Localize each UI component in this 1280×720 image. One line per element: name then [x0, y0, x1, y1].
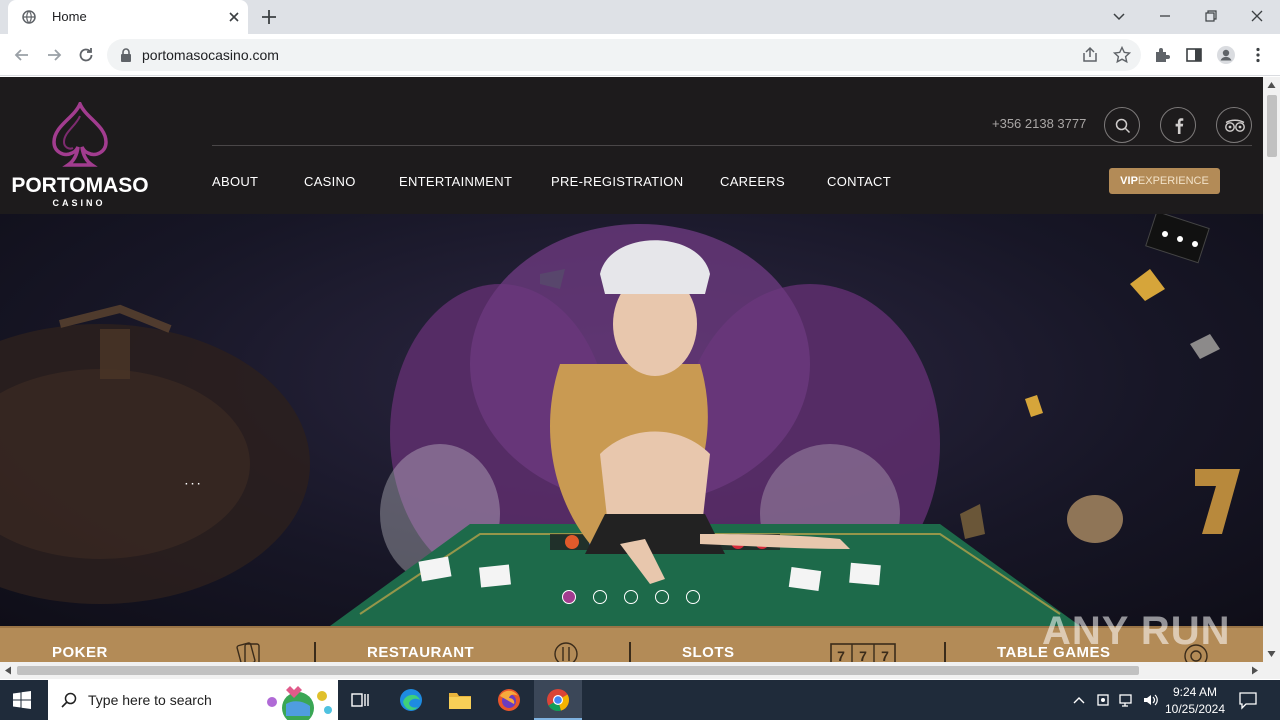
- task-view-icon[interactable]: [347, 687, 373, 713]
- chrome-icon: [547, 689, 569, 712]
- tripadvisor-owl-icon: [1225, 119, 1245, 132]
- svg-text:7: 7: [859, 648, 867, 662]
- vip-experience-button[interactable]: VIPEXPERIENCE: [1109, 168, 1220, 194]
- search-icon: [1115, 118, 1131, 134]
- network-icon[interactable]: [1118, 692, 1136, 708]
- restore-icon[interactable]: [1201, 6, 1221, 26]
- meet-now-icon[interactable]: [1096, 692, 1110, 708]
- slider-dot-4[interactable]: [655, 590, 669, 604]
- hero-slider[interactable]: · · ·: [0, 214, 1263, 626]
- horizontal-scroll-thumb[interactable]: [17, 666, 1139, 675]
- close-tab-icon[interactable]: [226, 9, 242, 25]
- globe-icon: [22, 10, 36, 24]
- file-explorer-icon[interactable]: [447, 687, 473, 713]
- logo-subtitle: CASINO: [52, 198, 106, 208]
- anyrun-watermark: ANY RUN: [1042, 609, 1231, 653]
- scroll-down-icon[interactable]: [1267, 650, 1276, 658]
- vertical-scroll-thumb[interactable]: [1267, 95, 1277, 157]
- nav-contact[interactable]: CONTACT: [827, 174, 891, 189]
- phone-number[interactable]: +356 2138 3777: [992, 116, 1086, 131]
- facebook-icon: [1175, 118, 1184, 134]
- search-placeholder: Type here to search: [88, 692, 212, 708]
- hero-caption: · · ·: [185, 479, 201, 490]
- category-divider: [314, 642, 316, 662]
- category-slots[interactable]: SLOTS: [682, 644, 735, 661]
- plate-cutlery-icon: [554, 642, 578, 662]
- nav-about[interactable]: ABOUT: [212, 174, 258, 189]
- taskbar-clock[interactable]: 9:24 AM 10/25/2024: [1164, 684, 1226, 718]
- spade-logo-icon: [52, 102, 108, 167]
- new-tab-icon[interactable]: [259, 7, 279, 27]
- nav-pre-registration[interactable]: PRE-REGISTRATION: [551, 174, 683, 189]
- category-divider: [944, 642, 946, 662]
- hero-image: [0, 214, 1240, 626]
- forward-icon[interactable]: [44, 45, 64, 65]
- scroll-right-icon[interactable]: [1251, 666, 1259, 675]
- tab-search-chevron-icon[interactable]: [1109, 6, 1129, 26]
- back-icon[interactable]: [12, 45, 32, 65]
- share-icon[interactable]: [1080, 45, 1100, 65]
- slot-777-icon: 777: [830, 643, 896, 662]
- clock-time: 9:24 AM: [1172, 685, 1218, 699]
- url-text[interactable]: portomasocasino.com: [142, 47, 279, 63]
- close-window-icon[interactable]: [1247, 6, 1267, 26]
- chrome-taskbar-button[interactable]: [534, 680, 582, 720]
- windows-start-icon[interactable]: [12, 690, 32, 710]
- browser-tab[interactable]: Home: [8, 0, 248, 34]
- logo-wordmark: PORTOMASO: [11, 174, 149, 197]
- facebook-button[interactable]: [1160, 107, 1196, 143]
- slider-dot-5[interactable]: [686, 590, 700, 604]
- nav-entertainment[interactable]: ENTERTAINMENT: [399, 174, 512, 189]
- extensions-icon[interactable]: [1152, 45, 1172, 65]
- svg-text:7: 7: [837, 648, 845, 662]
- browser-tab-strip: Home: [0, 0, 1280, 34]
- minimize-icon[interactable]: [1155, 6, 1175, 26]
- scroll-left-icon[interactable]: [4, 666, 12, 675]
- header-divider: [212, 145, 1252, 146]
- slider-dot-3[interactable]: [624, 590, 638, 604]
- address-bar[interactable]: portomasocasino.com: [107, 39, 1141, 71]
- firefox-icon[interactable]: [496, 687, 522, 713]
- taskbar-search-box[interactable]: Type here to search: [48, 680, 338, 720]
- playing-cards-icon: [236, 642, 260, 662]
- tripadvisor-button[interactable]: [1216, 107, 1252, 143]
- slider-dot-2[interactable]: [593, 590, 607, 604]
- nav-careers[interactable]: CAREERS: [720, 174, 785, 189]
- bookmark-star-icon[interactable]: [1112, 45, 1132, 65]
- category-divider: [629, 642, 631, 662]
- nav-casino[interactable]: CASINO: [304, 174, 356, 189]
- horizontal-scrollbar[interactable]: [0, 662, 1280, 679]
- category-poker[interactable]: POKER: [52, 644, 108, 661]
- vertical-scrollbar[interactable]: [1263, 77, 1280, 662]
- site-logo[interactable]: PORTOMASO CASINO: [6, 102, 154, 208]
- notifications-icon[interactable]: [1238, 690, 1258, 710]
- lock-icon[interactable]: [119, 47, 133, 63]
- search-icon: [61, 692, 77, 708]
- category-restaurant[interactable]: RESTAURANT: [367, 644, 474, 661]
- side-panel-icon[interactable]: [1184, 45, 1204, 65]
- windows-taskbar: Type here to search 9:24 AM 10/25/2024: [0, 680, 1280, 720]
- vip-label: VIP: [1120, 175, 1138, 187]
- web-page: PORTOMASO CASINO +356 2138 3777 ABOUT CA…: [0, 77, 1263, 662]
- tab-title: Home: [52, 9, 87, 24]
- tray-chevron-up-icon[interactable]: [1072, 694, 1086, 706]
- search-highlight-illustration-icon: [267, 686, 332, 720]
- profile-avatar-icon[interactable]: [1216, 45, 1236, 65]
- clock-date: 10/25/2024: [1164, 702, 1226, 716]
- reload-icon[interactable]: [76, 45, 96, 65]
- kebab-menu-icon[interactable]: [1248, 45, 1268, 65]
- browser-toolbar: portomasocasino.com: [0, 34, 1280, 76]
- slider-dot-1[interactable]: [562, 590, 576, 604]
- scroll-up-icon[interactable]: [1267, 81, 1276, 89]
- volume-icon[interactable]: [1142, 692, 1160, 708]
- edge-browser-icon[interactable]: [398, 687, 424, 713]
- search-button[interactable]: [1104, 107, 1140, 143]
- svg-text:7: 7: [881, 648, 889, 662]
- experience-label: EXPERIENCE: [1137, 175, 1209, 187]
